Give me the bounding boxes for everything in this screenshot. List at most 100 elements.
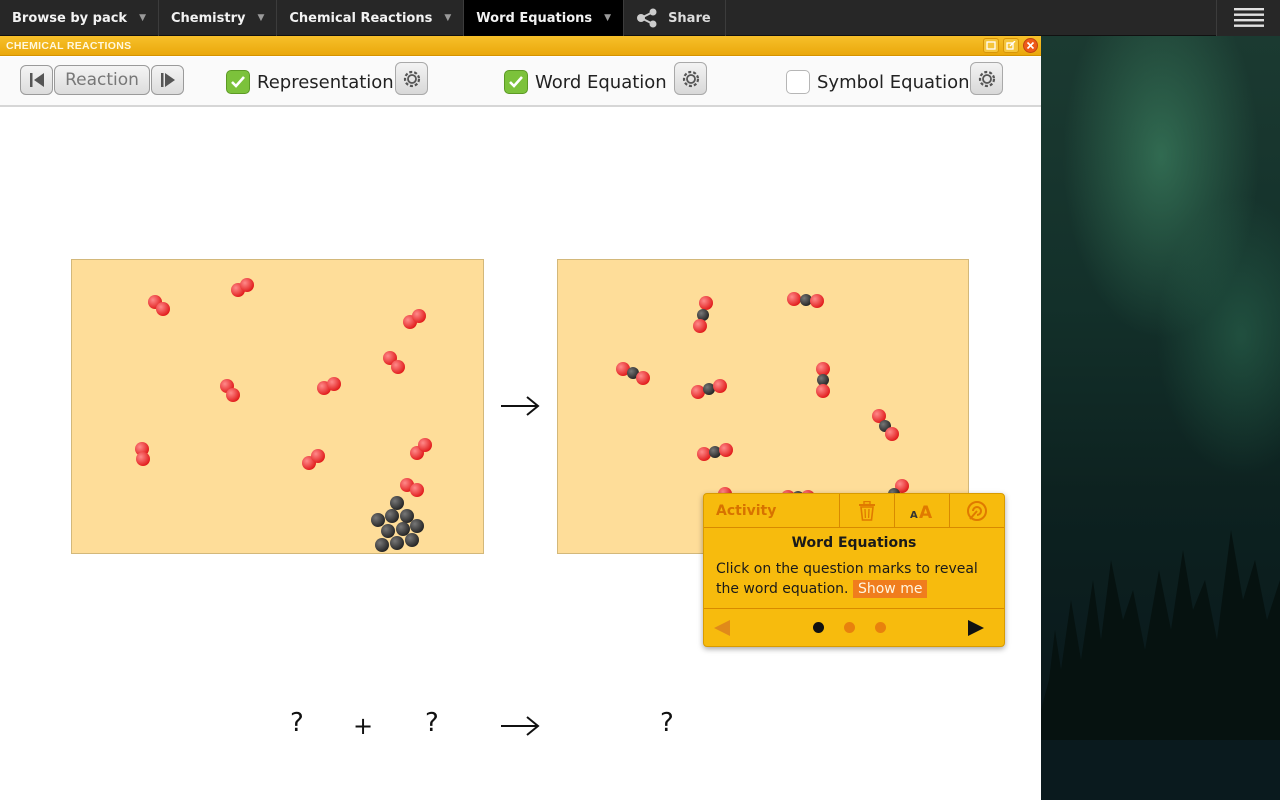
text-size-button[interactable]: A A [895, 494, 950, 527]
product-reveal[interactable]: ? [660, 708, 674, 738]
reaction-stepper: Reaction [20, 65, 184, 95]
carbon-dioxide-molecule [691, 379, 727, 399]
pager-dots [812, 622, 886, 633]
share-button[interactable]: Share [624, 0, 726, 36]
checkmark-icon [231, 76, 245, 88]
oxygen-molecule [302, 449, 325, 470]
main-menu-button[interactable] [1216, 0, 1280, 36]
pager-dot-3[interactable] [874, 622, 886, 633]
word-equation-settings-button[interactable] [674, 62, 707, 95]
share-label: Share [668, 10, 711, 26]
nav-chemistry[interactable]: Chemistry ▼ [159, 0, 278, 36]
nav-chemical-reactions[interactable]: Chemical Reactions ▼ [277, 0, 465, 36]
oxygen-molecule [383, 351, 405, 374]
oxygen-molecule [148, 295, 170, 316]
symbol-equation-label: Symbol Equation [817, 71, 970, 93]
nav-label: Browse by pack [12, 10, 128, 26]
equation-arrow-icon [501, 716, 540, 736]
word-equation-label: Word Equation [535, 71, 667, 93]
activity-pager [704, 608, 1004, 646]
window-controls [983, 38, 1038, 53]
representation-settings-button[interactable] [395, 62, 428, 95]
delete-activity-button[interactable] [840, 494, 895, 527]
caret-down-icon: ▼ [604, 13, 612, 23]
representation-checkbox[interactable] [226, 70, 250, 94]
carbon-lattice [371, 496, 424, 552]
oxygen-molecule [403, 309, 426, 329]
caret-down-icon: ▼ [444, 13, 452, 23]
pager-dot-1[interactable] [812, 622, 824, 633]
share-icon [637, 8, 657, 28]
nav-label: Word Equations [476, 10, 593, 26]
caret-down-icon: ▼ [257, 13, 265, 23]
toolbar: Reaction Representation Word Equation Sy… [0, 57, 1041, 107]
desktop-background [1041, 36, 1280, 800]
reaction-button[interactable]: Reaction [54, 65, 150, 95]
activity-panel: Activity A A Word Equations Click on the… [703, 493, 1005, 647]
window-title: CHEMICAL REACTIONS [6, 39, 132, 52]
representation-option[interactable]: Representation [226, 66, 394, 98]
gear-icon [978, 70, 995, 87]
next-reaction-button[interactable] [151, 65, 184, 95]
svg-text:A: A [910, 510, 918, 520]
oxygen-molecule [400, 478, 424, 497]
step-back-icon [29, 73, 44, 87]
nav-word-equations[interactable]: Word Equations ▼ [464, 0, 625, 36]
popout-window-button[interactable] [1003, 38, 1019, 53]
show-me-button[interactable]: Show me [852, 580, 928, 598]
symbol-equation-checkbox[interactable] [786, 70, 810, 94]
step-forward-icon [160, 73, 175, 87]
nav-browse-by-pack[interactable]: Browse by pack ▼ [0, 0, 159, 36]
checkmark-icon [509, 76, 523, 88]
popout-icon [1006, 41, 1016, 50]
nav-label: Chemical Reactions [289, 10, 433, 26]
reactant-2-reveal[interactable]: ? [425, 708, 439, 738]
reactants-panel [71, 259, 484, 554]
caret-down-icon: ▼ [139, 13, 146, 23]
previous-reaction-button[interactable] [20, 65, 53, 95]
reactants-molecules [135, 278, 432, 552]
activity-instructions: Click on the question marks to reveal th… [704, 551, 1004, 599]
word-equation-checkbox[interactable] [504, 70, 528, 94]
activity-heading: Word Equations [791, 535, 917, 551]
gear-icon [682, 70, 699, 87]
carbon-dioxide-molecule [787, 292, 824, 308]
oxygen-molecule [220, 379, 240, 402]
activity-options-button[interactable] [950, 494, 1004, 527]
oxygen-molecule [410, 438, 432, 460]
carbon-dioxide-molecule [693, 296, 713, 333]
window-restore-icon [986, 41, 996, 50]
font-size-icon: A A [910, 503, 933, 520]
carbon-dioxide-molecule [816, 362, 830, 398]
previous-step-icon[interactable] [712, 618, 732, 638]
activity-body-text: Click on the question marks to reveal th… [716, 561, 978, 597]
activity-tab[interactable]: Activity [704, 494, 840, 527]
spiral-icon [967, 500, 987, 521]
svg-text:A: A [919, 503, 933, 520]
reaction-arrow-icon [501, 396, 540, 416]
gear-icon [403, 70, 420, 87]
window-title-bar[interactable]: CHEMICAL REACTIONS [0, 36, 1041, 56]
trash-icon [859, 500, 875, 521]
carbon-dioxide-molecule [616, 362, 650, 385]
carbon-dioxide-molecule [872, 409, 899, 441]
close-window-button[interactable] [1023, 38, 1038, 53]
symbol-equation-settings-button[interactable] [970, 62, 1003, 95]
minimize-window-button[interactable] [983, 38, 999, 53]
symbol-equation-option[interactable]: Symbol Equation [786, 66, 970, 98]
word-equation-option[interactable]: Word Equation [504, 66, 667, 98]
oxygen-molecule [135, 442, 150, 466]
chemical-reactions-window: CHEMICAL REACTIONS Reaction Representati… [0, 36, 1041, 800]
pager-dot-2[interactable] [843, 622, 855, 633]
oxygen-molecule [317, 377, 341, 395]
hamburger-menu-icon [1233, 8, 1264, 27]
nav-label: Chemistry [171, 10, 246, 26]
reactant-1-reveal[interactable]: ? [290, 708, 304, 738]
next-step-icon[interactable] [966, 618, 986, 638]
representation-label: Representation [257, 71, 394, 93]
top-navigation-bar: Browse by pack ▼ Chemistry ▼ Chemical Re… [0, 0, 1280, 36]
carbon-dioxide-molecule [697, 443, 733, 461]
activity-header: Activity A A [704, 494, 1004, 528]
plus-sign: + [353, 712, 374, 740]
close-icon [1026, 41, 1035, 50]
